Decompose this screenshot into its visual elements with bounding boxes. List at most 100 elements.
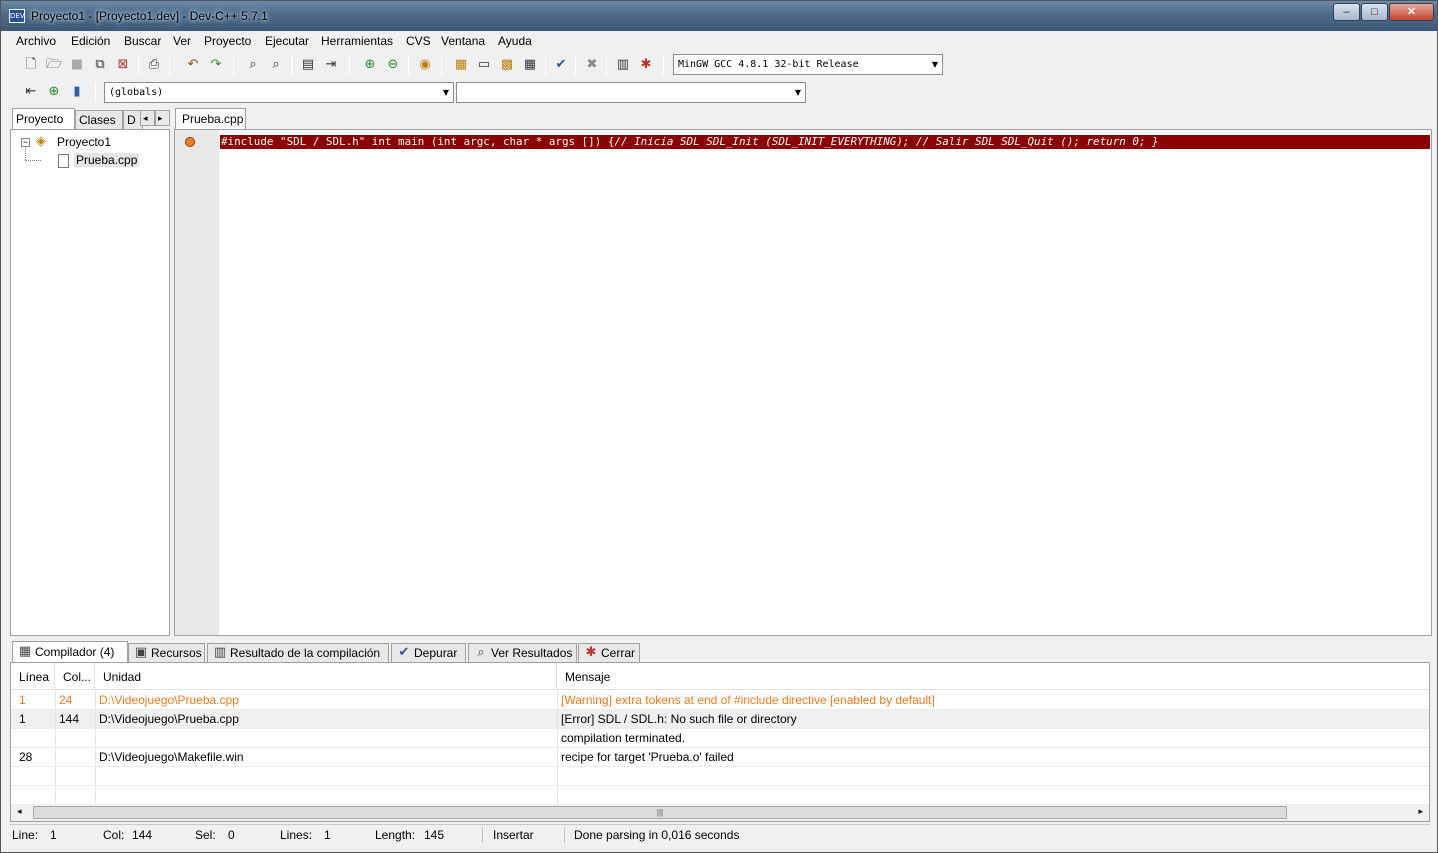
table-row[interactable] [11,729,1429,748]
status-sel-value: 0 [228,828,235,842]
search-icon: ⌕ [477,645,485,660]
member-select[interactable]: ▼ [456,82,806,103]
profile-icon[interactable]: ▥ [613,55,633,75]
compile-run-icon[interactable]: ▩ [497,55,517,75]
toolbar-separator [545,55,546,75]
menu-ver[interactable]: Ver [173,34,191,48]
close-file-icon[interactable]: ⊠ [113,55,133,75]
tab-cerrar[interactable]: ✱ Cerrar [578,643,640,663]
add-to-project-icon[interactable]: ⊕ [360,55,380,75]
code-comment: // Inicia SDL SDL_Init (SDL_INIT_EVERYTH… [614,135,1159,148]
save-all-icon[interactable]: ⧉ [90,55,110,75]
menu-herramientas[interactable]: Herramientas [321,34,393,48]
status-sel-label: Sel: [195,828,216,842]
goto-definition-icon[interactable]: ⊕ [44,82,64,102]
redo-icon[interactable]: ↷ [206,55,226,75]
tab-recursos[interactable]: ▣ Recursos [128,643,205,663]
tab-depurar[interactable]: ✔ Depurar [391,643,466,663]
tree-item-file[interactable]: Prueba.cpp [74,153,140,167]
indent-icon[interactable]: ▤ [298,55,318,75]
find-icon[interactable]: ⌕ [243,55,263,75]
chevron-down-icon: ▼ [931,60,938,69]
title-bar[interactable]: DEV Proyecto1 - [Proyecto1.dev] - Dev-C+… [1,1,1437,31]
column-header-line[interactable]: Línea [11,663,55,690]
goto-declaration-icon[interactable]: ⇤ [21,82,41,102]
tab-scroll-left-icon[interactable]: ◂ [140,110,155,126]
code-editor[interactable]: #include "SDL / SDL.h" int main (int arg… [174,129,1432,636]
code-line-1[interactable]: #include "SDL / SDL.h" int main (int arg… [221,135,1159,149]
undo-icon[interactable]: ↶ [183,55,203,75]
close-button[interactable]: ✕ [1389,3,1434,21]
row3-message: compilation terminated. [561,731,686,745]
scroll-right-icon[interactable]: ▸ [1418,806,1423,817]
menu-cvs[interactable]: CVS [406,34,431,48]
editor-gutter [175,130,219,635]
compile-icon[interactable]: ▦ [451,55,471,75]
tab-depurar-label: Depurar [414,646,458,660]
print-icon[interactable]: ⎙ [144,55,164,75]
status-length-label: Length: [375,828,416,842]
tab-scroll-right-icon[interactable]: ▸ [155,110,170,126]
chart-icon: ▥ [213,645,227,660]
tab-proyecto[interactable]: Proyecto [12,108,75,130]
toolbar-separator [408,55,409,75]
window-title: Proyecto1 - [Proyecto1.dev] - Dev-C++ 5.… [31,9,268,23]
menu-ejecutar[interactable]: Ejecutar [265,34,309,48]
run-icon[interactable]: ▭ [474,55,494,75]
scope-select[interactable]: (globals) ▼ [104,82,454,103]
column-header-message[interactable]: Mensaje [557,663,1429,690]
menu-buscar[interactable]: Buscar [124,34,161,48]
replace-icon[interactable]: ⌕ [266,55,286,75]
stop-icon[interactable]: ✖ [582,55,602,75]
delete-profile-icon[interactable]: ✱ [636,55,656,75]
tree-item-project[interactable]: Proyecto1 [57,135,111,149]
column-header-unit[interactable]: Unidad [95,663,557,690]
collapse-icon[interactable]: − [21,138,30,147]
status-insert-mode: Insertar [493,828,534,842]
scroll-left-icon[interactable]: ◂ [17,806,22,817]
rebuild-icon[interactable]: ▦ [520,55,540,75]
toolbar-separator [349,55,350,75]
menu-ventana[interactable]: Ventana [441,34,485,48]
tab-resultado-compilacion[interactable]: ▥ Resultado de la compilación [207,643,389,663]
chevron-down-icon: ▼ [442,88,449,97]
open-file-icon[interactable]: 🗁 [44,55,64,75]
row3-col [51,729,59,748]
horizontal-scrollbar[interactable]: ◂ ||| ▸ [11,804,1429,821]
remove-from-project-icon[interactable]: ⊖ [383,55,403,75]
row3-line [11,729,19,748]
project-panel: Proyecto Clases D ◂ ▸ − ◈ Proyecto1 Prue… [10,108,170,636]
status-col-value: 144 [132,828,153,842]
new-file-icon[interactable]: 🗋 [21,55,41,75]
scrollbar-thumb[interactable]: ||| [33,806,1287,819]
status-bar: Line: 1 Col: 144 Sel: 0 Lines: 1 Length:… [10,824,1430,844]
row4-unit: D:\Videojuego\Makefile.win [99,750,244,764]
maximize-button[interactable]: □ [1361,3,1388,21]
tab-recursos-label: Recursos [151,646,202,660]
tab-ver-resultados[interactable]: ⌕ Ver Resultados [468,643,577,663]
compiler-select[interactable]: MinGW GCC 4.8.1 32-bit Release ▼ [673,54,943,75]
menu-archivo[interactable]: Archivo [16,34,56,48]
output-tabs: ▦ Compilador (4) ▣ Recursos ▥ Resultado … [10,641,1430,663]
menu-ayuda[interactable]: Ayuda [498,34,532,48]
tab-clases[interactable]: Clases [75,110,123,130]
table-row [11,767,1429,786]
save-icon[interactable]: ■ [67,55,87,75]
column-header-col[interactable]: Col... [55,663,95,690]
status-length-value: 145 [424,828,445,842]
row4-col [51,748,59,767]
menu-proyecto[interactable]: Proyecto [204,34,251,48]
check-syntax-icon[interactable]: ✔ [551,55,571,75]
tab-compilador[interactable]: ▦ Compilador (4) [12,641,128,663]
editor-tab-prueba[interactable]: Prueba.cpp [175,108,246,130]
minimize-button[interactable]: ‒ [1333,3,1360,21]
menu-edicion[interactable]: Edición [71,34,110,48]
project-options-icon[interactable]: ◉ [415,55,435,75]
unindent-icon[interactable]: ⇥ [321,55,341,75]
row1-line: 1 [19,693,26,707]
main-window: DEV Proyecto1 - [Proyecto1.dev] - Dev-C+… [0,0,1438,853]
toolbar-separator [441,55,442,75]
check-icon: ✔ [398,645,410,660]
code-main: #include "SDL / SDL.h" int main (int arg… [221,135,615,148]
bookmark-icon[interactable]: ▮ [67,82,87,102]
